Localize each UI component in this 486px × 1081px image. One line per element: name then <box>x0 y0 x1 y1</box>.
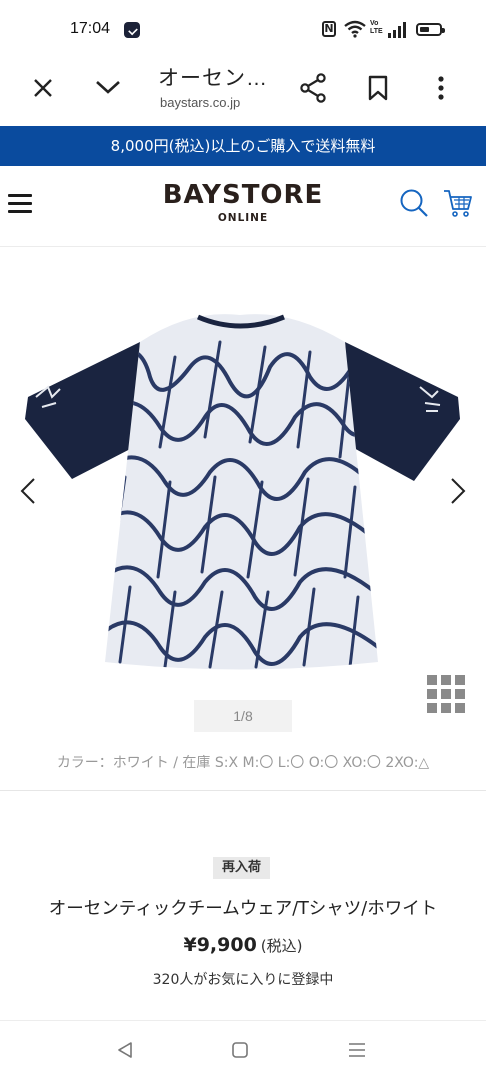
thumbnail-grid-button[interactable] <box>427 675 465 713</box>
home-nav-icon[interactable] <box>231 1041 249 1059</box>
cart-icon[interactable] <box>442 188 474 218</box>
recents-nav-icon[interactable] <box>347 1042 367 1058</box>
signal-icon <box>388 22 406 38</box>
more-options-icon[interactable] <box>436 75 446 101</box>
tax-label: (税込) <box>260 937 303 955</box>
free-shipping-banner[interactable]: 8,000円(税込)以上のご購入で送料無料 <box>0 126 486 166</box>
volte-icon: Vo LTE <box>370 20 383 35</box>
nfc-icon: N <box>322 21 336 37</box>
product-name: オーセンティックチームウェア/Tシャツ/ホワイト <box>48 899 438 919</box>
favorites-count: 320人がお気に入りに登録中 <box>152 972 334 988</box>
product-price: ¥9,900 <box>183 934 257 956</box>
back-nav-icon[interactable] <box>115 1041 135 1059</box>
browser-url[interactable]: baystars.co.jp <box>160 95 240 110</box>
search-icon[interactable] <box>399 188 429 218</box>
product-image <box>20 314 466 670</box>
notification-icon <box>124 22 140 38</box>
bookmark-icon[interactable] <box>367 75 389 101</box>
grid-icon <box>427 675 437 685</box>
prev-image-button[interactable] <box>12 470 46 510</box>
restock-badge: 再入荷 <box>213 857 270 879</box>
divider <box>0 790 486 791</box>
close-icon[interactable] <box>32 77 54 99</box>
battery-icon <box>416 23 445 36</box>
color-stock-info: カラー：ホワイト / 在庫 S:X M:〇 L:〇 O:〇 XO:〇 2XO:△ <box>56 755 430 771</box>
price-row: ¥9,900 (税込) <box>0 934 486 956</box>
share-icon[interactable] <box>299 73 327 103</box>
product-gallery[interactable] <box>0 247 486 737</box>
next-image-button[interactable] <box>440 470 474 510</box>
status-time: 17:04 <box>70 20 111 37</box>
wifi-icon <box>344 20 366 38</box>
image-counter: 1/8 <box>194 700 292 732</box>
chevron-down-icon[interactable] <box>94 78 122 96</box>
browser-page-title[interactable]: オーセン… <box>158 62 268 92</box>
